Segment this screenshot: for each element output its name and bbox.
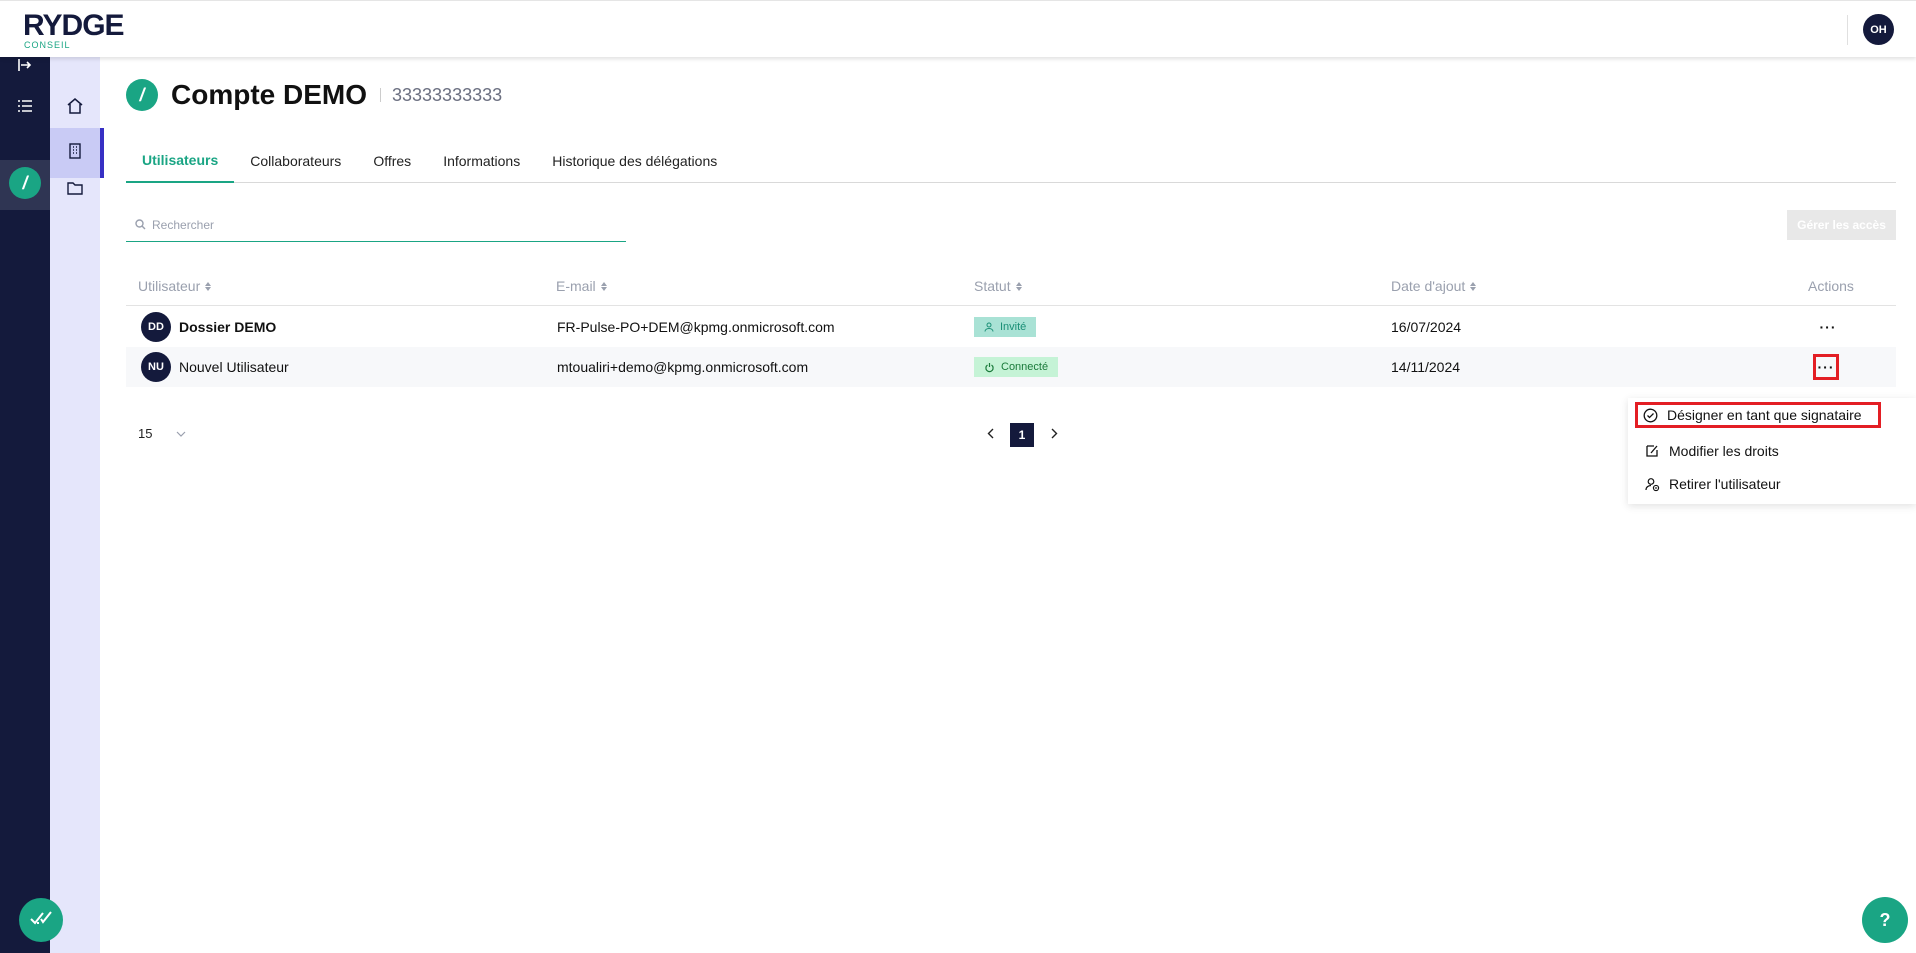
account-icon: / — [126, 79, 158, 111]
tab-collaborateurs[interactable]: Collaborateurs — [234, 139, 357, 183]
status-label: Connecté — [1001, 361, 1049, 373]
search-icon — [135, 219, 146, 230]
page-header: / Compte DEMO 33333333333 — [126, 79, 502, 111]
sort-icon — [1470, 281, 1477, 291]
column-label: Utilisateur — [138, 278, 201, 294]
actions-cell: ··· — [1813, 347, 1839, 387]
logo-subtext: CONSEIL — [24, 40, 71, 50]
menu-item-modify-rights[interactable]: Modifier les droits — [1640, 438, 1880, 464]
folder-icon — [67, 181, 83, 200]
column-header-email[interactable]: E-mail — [556, 278, 607, 294]
user-avatar[interactable]: OH — [1863, 14, 1894, 45]
pagination: 1 — [980, 423, 1064, 447]
table-header: Utilisateur E-mail Statut Date d'ajout A… — [126, 265, 1896, 306]
avatar: DD — [141, 312, 171, 342]
tab-utilisateurs[interactable]: Utilisateurs — [126, 139, 235, 183]
column-header-user[interactable]: Utilisateur — [138, 278, 212, 294]
menu-item-label: Modifier les droits — [1669, 443, 1779, 459]
search-bar — [126, 208, 626, 242]
column-label: E-mail — [556, 278, 596, 294]
chevron-left-icon — [987, 426, 994, 444]
status-label: Invité — [1000, 321, 1027, 333]
user-name: Nouvel Utilisateur — [179, 359, 289, 375]
page-number[interactable]: 1 — [1010, 423, 1034, 447]
date-cell: 14/11/2024 — [1391, 359, 1461, 375]
more-actions-button[interactable]: ··· — [1813, 354, 1839, 380]
column-header-status[interactable]: Statut — [974, 278, 1022, 294]
sort-icon — [205, 281, 212, 291]
check-circle-icon — [1641, 408, 1659, 423]
prev-page-button[interactable] — [980, 423, 1000, 447]
avatar: NU — [141, 352, 171, 382]
side-nav — [50, 57, 104, 953]
more-actions-button[interactable]: ··· — [1815, 314, 1841, 340]
remove-user-icon — [1643, 477, 1661, 492]
tab-informations[interactable]: Informations — [427, 139, 536, 183]
date-cell: 16/07/2024 — [1391, 319, 1462, 335]
edit-icon — [1643, 444, 1661, 458]
menu-item-remove-user[interactable]: Retirer l'utilisateur — [1640, 471, 1880, 497]
menu-item-label: Désigner en tant que signataire — [1667, 407, 1862, 423]
status-cell: Invité — [974, 307, 1037, 347]
page-title: Compte DEMO — [171, 79, 367, 110]
list-icon — [17, 98, 33, 119]
logo[interactable]: RYDGE CONSEIL — [23, 9, 125, 50]
email-cell: FR-Pulse-PO+DEM@kpmg.onmicrosoft.com — [557, 319, 835, 335]
status-badge: Connecté — [974, 357, 1059, 377]
user-cell: DD Dossier DEMO — [141, 307, 276, 347]
column-label: Date d'ajout — [1391, 278, 1466, 294]
column-label: Statut — [974, 278, 1011, 294]
actions-cell: ··· — [1815, 307, 1841, 347]
column-label: Actions — [1808, 278, 1854, 294]
search-input[interactable] — [152, 217, 592, 232]
double-check-icon — [29, 909, 53, 932]
user-icon — [984, 322, 994, 332]
column-header-date[interactable]: Date d'ajout — [1391, 278, 1477, 294]
account-id: 33333333333 — [392, 84, 503, 105]
home-icon — [66, 97, 84, 120]
account-logo-icon[interactable]: / — [9, 167, 41, 199]
chevron-right-icon — [1051, 426, 1058, 444]
tab-historique-delegations[interactable]: Historique des délégations — [536, 139, 733, 183]
nav-folder[interactable] — [50, 170, 100, 210]
top-bar: RYDGE CONSEIL OH — [0, 0, 1916, 57]
sort-icon — [600, 281, 607, 291]
email-cell: mtoualiri+demo@kpmg.onmicrosoft.com — [557, 359, 809, 375]
menu-item-label: Retirer l'utilisateur — [1669, 476, 1781, 492]
bottom-action-button[interactable] — [19, 898, 63, 942]
divider — [1847, 15, 1848, 45]
column-header-actions: Actions — [1808, 278, 1854, 294]
table-row: NU Nouvel Utilisateur mtoualiri+demo@kpm… — [126, 347, 1896, 387]
status-cell: Connecté — [974, 347, 1059, 387]
user-name: Dossier DEMO — [179, 319, 277, 335]
help-button[interactable]: ? — [1862, 897, 1908, 943]
next-page-button[interactable] — [1044, 423, 1064, 447]
status-badge: Invité — [974, 317, 1037, 337]
expand-icon — [17, 57, 33, 78]
tab-bar: Utilisateurs Collaborateurs Offres Infor… — [126, 139, 1896, 183]
page-size-value: 15 — [138, 426, 153, 441]
user-cell: NU Nouvel Utilisateur — [141, 347, 289, 387]
logo-text: RYDGE — [23, 9, 125, 42]
main-rail: / — [0, 57, 50, 953]
nav-home[interactable] — [50, 88, 100, 128]
title-separator — [380, 88, 381, 102]
tab-offres[interactable]: Offres — [357, 139, 427, 183]
sort-icon — [1015, 281, 1022, 291]
list-menu-button[interactable] — [0, 90, 50, 126]
manage-access-button[interactable]: Gérer les accès — [1787, 210, 1896, 240]
chevron-down-icon — [176, 431, 186, 437]
power-icon — [984, 362, 995, 373]
row-actions-menu: Désigner en tant que signataire Modifier… — [1628, 398, 1916, 504]
page-size-select[interactable]: 15 — [138, 426, 186, 441]
table-row: DD Dossier DEMO FR-Pulse-PO+DEM@kpmg.onm… — [126, 307, 1896, 347]
menu-item-designate-signatory[interactable]: Désigner en tant que signataire — [1635, 402, 1881, 428]
building-icon — [68, 142, 82, 164]
